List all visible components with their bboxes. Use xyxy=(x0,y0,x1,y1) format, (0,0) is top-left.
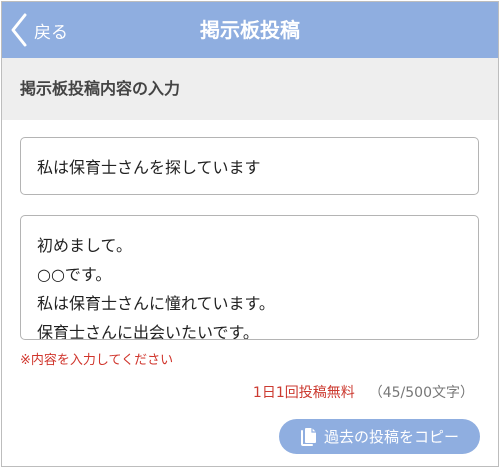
body-line: ○○です。 xyxy=(37,265,112,284)
body-line: 初めまして。 xyxy=(37,236,133,255)
screen: 戻る 掲示板投稿 掲示板投稿内容の入力 初めまして。 ○○です。 私は保育士さん… xyxy=(1,1,499,467)
char-count: （45/500文字） xyxy=(368,385,474,401)
post-info: 1日1回投稿無料 （45/500文字） xyxy=(253,382,474,402)
copy-past-post-button[interactable]: 過去の投稿をコピー xyxy=(279,419,480,454)
nav-bar: 戻る 掲示板投稿 xyxy=(2,2,498,58)
body-line: 保育士さんに出会いたいです。 xyxy=(37,323,259,340)
post-body-textarea[interactable]: 初めまして。 ○○です。 私は保育士さんに憧れています。 保育士さんに出会いたい… xyxy=(20,215,479,340)
copy-icon xyxy=(300,427,316,446)
section-header: 掲示板投稿内容の入力 xyxy=(2,58,498,120)
free-post-label: 1日1回投稿無料 xyxy=(252,385,355,401)
copy-button-label: 過去の投稿をコピー xyxy=(323,428,459,446)
page-title: 掲示板投稿 xyxy=(200,18,300,42)
validation-message: ※内容を入力してください xyxy=(20,353,174,368)
body-line: 私は保育士さんに憧れています。 xyxy=(37,294,275,313)
post-title-input[interactable] xyxy=(20,137,479,195)
section-title: 掲示板投稿内容の入力 xyxy=(20,79,181,98)
